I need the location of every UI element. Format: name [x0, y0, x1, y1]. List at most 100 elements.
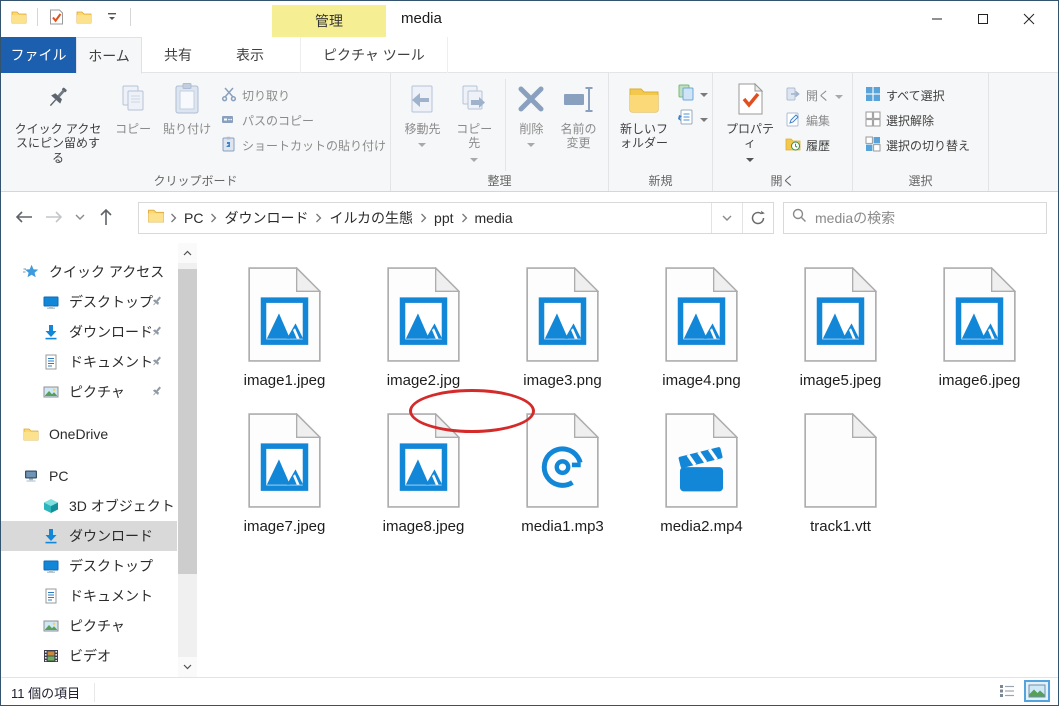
group-label-new: 新規	[609, 172, 712, 189]
file-item[interactable]: image3.png	[493, 259, 632, 405]
image-file-icon	[387, 413, 460, 513]
image-file-icon	[665, 267, 738, 367]
close-button[interactable]	[1006, 1, 1052, 37]
ribbon-group-clipboard: クイック アクセスにピン留めする コピー 貼り付け 切り取り	[1, 73, 391, 191]
file-item[interactable]: image6.jpeg	[910, 259, 1049, 405]
breadcrumb-item-ppt[interactable]: ppt	[428, 203, 459, 233]
sidebar-item-pictures-pc[interactable]: ピクチャ	[1, 611, 177, 641]
copy-path-button[interactable]: パスのコピー	[221, 108, 386, 133]
invert-selection-button[interactable]: 選択の切り替え	[865, 133, 970, 158]
sidebar-item-pc[interactable]: PC	[1, 461, 177, 491]
download-arrow-icon	[43, 528, 59, 544]
button-label: すべて選択	[886, 87, 945, 104]
thumbnail-view-button[interactable]	[1024, 680, 1050, 702]
refresh-icon[interactable]	[743, 203, 773, 233]
dropdown-icon	[700, 87, 708, 101]
sidebar-item-onedrive[interactable]: OneDrive	[1, 419, 177, 449]
file-item[interactable]: image7.jpeg	[215, 405, 354, 551]
details-view-button[interactable]	[994, 680, 1020, 702]
sidebar-item-downloads-quick[interactable]: ダウンロード	[1, 317, 177, 347]
tab-home[interactable]: ホーム	[76, 37, 142, 74]
sidebar-item-videos[interactable]: ビデオ	[1, 641, 177, 671]
sidebar-item-3d-objects[interactable]: 3D オブジェクト	[1, 491, 177, 521]
audio-file-icon	[526, 413, 599, 513]
cut-button[interactable]: 切り取り	[221, 83, 386, 108]
minimize-button[interactable]	[914, 1, 960, 37]
address-bar[interactable]: PC ダウンロード イルカの生態 ppt media	[138, 202, 774, 234]
search-input[interactable]	[815, 210, 1038, 226]
properties-check-icon[interactable]	[46, 7, 66, 27]
sidebar-item-pictures[interactable]: ピクチャ	[1, 377, 177, 407]
file-item[interactable]: track1.vtt	[771, 405, 910, 551]
maximize-button[interactable]	[960, 1, 1006, 37]
breadcrumb-item-media[interactable]: media	[469, 203, 519, 233]
up-button[interactable]	[93, 201, 119, 233]
breadcrumb-item-pc[interactable]: PC	[178, 203, 209, 233]
paste-button[interactable]: 貼り付け	[158, 77, 216, 138]
rename-button[interactable]: 名前の変更	[554, 77, 603, 153]
recent-locations-icon[interactable]	[71, 201, 89, 233]
tab-picture-tools[interactable]: ピクチャ ツール	[300, 37, 448, 73]
new-item-icon	[677, 83, 695, 104]
file-name: image7.jpeg	[244, 518, 326, 535]
folder-icon[interactable]	[9, 7, 29, 27]
new-folder-icon	[627, 79, 661, 119]
paste-shortcut-button[interactable]: ショートカットの貼り付け	[221, 133, 386, 158]
move-to-button[interactable]: 移動先	[398, 77, 447, 154]
sidebar-item-desktop-pc[interactable]: デスクトップ	[1, 551, 177, 581]
download-arrow-icon	[43, 324, 59, 340]
sidebar-item-quick-access[interactable]: クイック アクセス	[1, 257, 177, 287]
properties-button[interactable]: プロパティ	[720, 77, 780, 168]
copy-button[interactable]: コピー	[110, 77, 156, 138]
sidebar-item-label: ダウンロード	[69, 526, 153, 546]
new-item-button[interactable]	[677, 81, 708, 106]
file-item[interactable]: image1.jpeg	[215, 259, 354, 405]
tab-view[interactable]: 表示	[214, 37, 286, 73]
scrollbar-thumb[interactable]	[178, 269, 197, 574]
breadcrumb-item-dolphin-folder[interactable]: イルカの生態	[323, 203, 419, 233]
address-row: PC ダウンロード イルカの生態 ppt media	[1, 193, 1058, 243]
sidebar-item-downloads-selected[interactable]: ダウンロード	[1, 521, 177, 551]
group-label-select: 選択	[853, 172, 988, 189]
button-label: 削除	[519, 122, 543, 136]
select-none-button[interactable]: 選択解除	[865, 108, 970, 133]
easy-access-button[interactable]	[677, 106, 708, 131]
pin-to-quick-access-button[interactable]: クイック アクセスにピン留めする	[8, 77, 108, 167]
customize-toolbar-icon[interactable]	[102, 7, 122, 27]
scrollbar-up-arrow[interactable]	[178, 243, 197, 263]
manage-context-tab[interactable]: 管理	[272, 5, 386, 37]
sidebar-item-documents[interactable]: ドキュメント	[1, 347, 177, 377]
select-all-button[interactable]: すべて選択	[865, 83, 970, 108]
file-name: media2.mp4	[660, 518, 743, 535]
quick-access-star-icon	[23, 264, 39, 280]
back-button[interactable]	[11, 201, 37, 233]
file-item[interactable]: image2.jpg	[354, 259, 493, 405]
sidebar-item-documents-pc[interactable]: ドキュメント	[1, 581, 177, 611]
history-button[interactable]: 履歴	[785, 133, 843, 158]
sidebar-item-label: ビデオ	[69, 646, 111, 666]
delete-button[interactable]: 削除	[511, 77, 552, 154]
tab-file[interactable]: ファイル	[1, 37, 76, 73]
copy-icon	[118, 79, 148, 119]
file-item[interactable]: image8.jpeg	[354, 405, 493, 551]
address-dropdown-icon[interactable]	[712, 203, 742, 233]
forward-button[interactable]	[41, 201, 67, 233]
tab-share[interactable]: 共有	[142, 37, 214, 73]
edit-icon	[785, 111, 801, 130]
edit-button[interactable]: 編集	[785, 108, 843, 133]
scrollbar-down-arrow[interactable]	[178, 657, 197, 677]
copy-to-button[interactable]: コピー先	[449, 77, 500, 168]
sidebar-item-desktop[interactable]: デスクトップ	[1, 287, 177, 317]
sidebar-item-label: ピクチャ	[69, 616, 125, 636]
new-folder-button[interactable]: 新しいフォルダー	[616, 77, 672, 153]
dropdown-icon	[527, 137, 535, 151]
file-item[interactable]: media1.mp3	[493, 405, 632, 551]
file-item[interactable]: image4.png	[632, 259, 771, 405]
toolbar-separator	[37, 8, 38, 26]
breadcrumb-item-downloads[interactable]: ダウンロード	[218, 203, 314, 233]
file-item[interactable]: image5.jpeg	[771, 259, 910, 405]
file-item[interactable]: media2.mp4	[632, 405, 771, 551]
folder-icon[interactable]	[74, 7, 94, 27]
open-button[interactable]: 開く	[785, 83, 843, 108]
image-file-icon	[526, 267, 599, 367]
